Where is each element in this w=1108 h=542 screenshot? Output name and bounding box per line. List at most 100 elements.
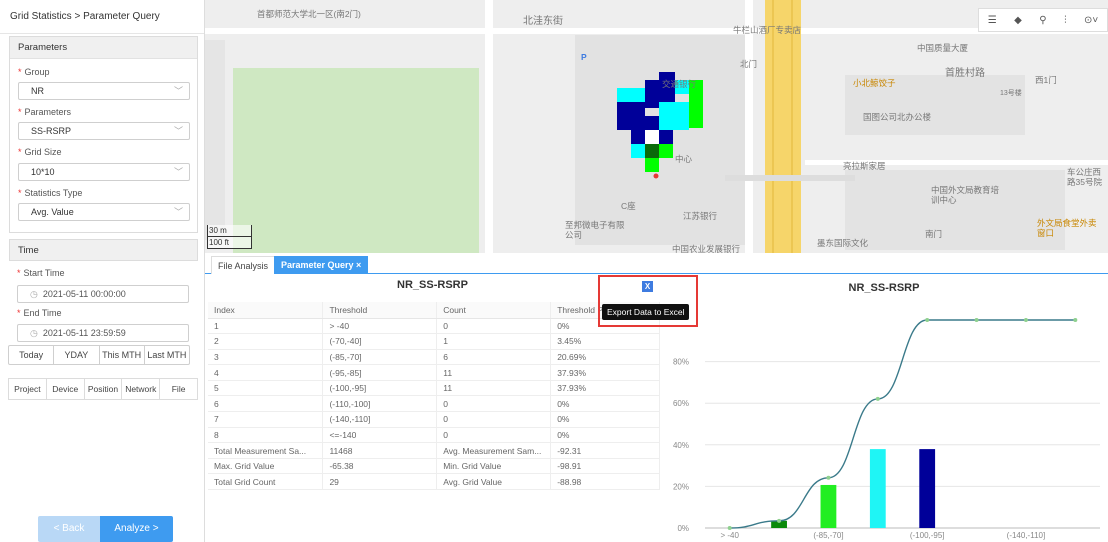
table-cell: (-140,-110] [322, 411, 438, 428]
table-row: 1 > -40 0 0% [208, 318, 660, 335]
parameters-select[interactable]: SS-RSRP ﹀ [18, 122, 190, 140]
y-tick-label: 40% [673, 441, 689, 450]
x-tick-label: (-85,-70] [813, 531, 843, 540]
subtab-project[interactable]: Project [9, 379, 47, 399]
result-tabbar: File Analysis Parameter Query × [205, 254, 1108, 274]
table-row: 7 (-140,-110] 0 0% [208, 411, 660, 428]
settings-dropdown-icon[interactable]: ⊙˅ [1084, 15, 1098, 26]
map-label: 13号楼 [1000, 90, 1022, 97]
line-point [727, 526, 732, 530]
building-block [205, 40, 225, 240]
table-cell: 0 [436, 411, 552, 428]
table-row: 5 (-100,-95] 11 37.93% [208, 380, 660, 397]
map-label: 车公庄西路35号院 [1067, 167, 1102, 187]
parameters-section: Parameters * Group NR ﹀ * Parameters SS-RSR… [9, 36, 198, 233]
table-cell: Min. Grid Value [436, 458, 552, 475]
list-icon[interactable]: ☰ [988, 15, 997, 26]
table-row: 2 (-70,-40] 1 3.45% [208, 333, 660, 350]
map-label: 至邦微电子有限公司 [565, 220, 625, 240]
map-view[interactable]: 首都师范大学北一区(南2门) 北洼东街 牛栏山酒厂专卖店 中国质量大厦 首胜村路… [205, 0, 1108, 253]
table-cell: 3 [208, 349, 324, 366]
quick-today-button[interactable]: Today [9, 346, 55, 364]
map-label: 墨东国际文化 [817, 238, 869, 248]
main-road [765, 0, 801, 253]
grid-size-label: * Grid Size [18, 147, 62, 157]
table-cell: 37.93% [550, 364, 660, 381]
table-cell: 8 [208, 427, 324, 444]
analyze-button[interactable]: Analyze > [100, 516, 173, 542]
column-header[interactable]: Count [436, 302, 552, 319]
subtab-file[interactable]: File [160, 379, 197, 399]
map-label: 交通银行 [662, 79, 697, 89]
map-label: 北门 [740, 59, 758, 69]
table-cell: 1 [208, 318, 324, 335]
filter-icon[interactable]: ⫶ [1064, 15, 1067, 26]
group-select[interactable]: NR ﹀ [18, 82, 190, 100]
table-cell: Avg. Measurement Sam... [436, 442, 552, 459]
parameters-title: Parameters [10, 37, 197, 59]
map-label: 首胜村路 [945, 68, 985, 79]
start-time-input[interactable]: ◷ 2021-05-11 00:00:00 [17, 285, 189, 303]
back-button[interactable]: < Back [38, 516, 100, 542]
column-header[interactable]: Index [208, 302, 324, 319]
rsrp-chart: NR_SS-RSRP 0% 20% 40% 60% 80% > -40 (-85,-70] (-… [660, 275, 1108, 542]
map-label: 南门 [925, 229, 943, 239]
map-label: 北洼东街 [523, 16, 563, 27]
scale-meters: 30 m [207, 225, 252, 237]
statistics-table-panel: NR_SS-RSRP Index Threshold Count Thresho… [205, 275, 660, 542]
quick-last-month-button[interactable]: Last MTH [145, 346, 189, 364]
column-header[interactable]: Threshold [322, 302, 438, 319]
tab-parameter-query[interactable]: Parameter Query × [274, 256, 369, 274]
table-cell: 7 [208, 411, 324, 428]
subtab-network[interactable]: Network [122, 379, 161, 399]
line-point [1023, 318, 1028, 322]
map-label: C座 [621, 201, 636, 211]
bar [820, 484, 837, 528]
cumulative-line [729, 319, 1076, 529]
subtab-position[interactable]: Position [85, 379, 123, 399]
street [205, 28, 1108, 34]
table-cell: -92.31 [550, 442, 660, 459]
tab-file-analysis[interactable]: File Analysis [211, 256, 276, 274]
chart-svg: NR_SS-RSRP 0% 20% 40% 60% 80% > -40 (-85,-70] (-… [673, 282, 1100, 540]
y-tick-label: 0% [677, 524, 689, 533]
grid-size-select[interactable]: 10*10 ﹀ [18, 163, 190, 181]
y-tick-label: 20% [673, 482, 689, 491]
clock-icon: ◷ [30, 328, 38, 338]
clock-icon: ◷ [30, 289, 38, 299]
table-cell: 6 [208, 395, 324, 413]
y-tick-label: 80% [673, 358, 689, 367]
breadcrumb: Grid Statistics > Parameter Query [0, 0, 204, 34]
left-panel: Grid Statistics > Parameter Query Parame… [0, 0, 205, 542]
x-tick-label: (-100,-95] [910, 531, 945, 540]
excel-export-icon[interactable]: X [642, 281, 653, 292]
table-title: NR_SS-RSRP [397, 279, 468, 291]
quick-this-month-button[interactable]: This MTH [100, 346, 145, 364]
table-cell: 4 [208, 364, 324, 381]
table-cell: 20.69% [550, 349, 660, 366]
table-row: 3 (-85,-70] 6 20.69% [208, 349, 660, 366]
table-cell: 0 [436, 427, 552, 444]
quick-yday-button[interactable]: YDAY [54, 346, 100, 364]
line-point [1073, 318, 1078, 322]
table-cell: Avg. Grid Value [436, 473, 552, 491]
map-label: 国图公司北办公楼 [863, 112, 932, 122]
start-time-label: * Start Time [17, 268, 65, 278]
subtab-device[interactable]: Device [47, 379, 85, 399]
building-block [845, 170, 1065, 250]
table-cell: 0 [436, 395, 552, 413]
location-pin-icon[interactable]: ⚲ [1039, 15, 1046, 26]
table-cell: 3.45% [550, 333, 660, 350]
statistics-type-select[interactable]: Avg. Value ﹀ [18, 203, 190, 221]
bar [869, 449, 886, 528]
statistics-type-label: * Statistics Type [18, 188, 83, 198]
table-cell: (-100,-95] [322, 380, 438, 397]
line-point [777, 518, 782, 523]
layers-icon[interactable]: ◆ [1014, 15, 1022, 26]
chevron-down-icon: ﹀ [173, 86, 183, 96]
table-cell: 11 [436, 380, 552, 397]
table-cell: Total Grid Count [208, 473, 324, 491]
chevron-down-icon: ﹀ [173, 167, 183, 177]
end-time-input[interactable]: ◷ 2021-05-11 23:59:59 [17, 324, 189, 342]
table-cell: 0% [550, 411, 660, 428]
